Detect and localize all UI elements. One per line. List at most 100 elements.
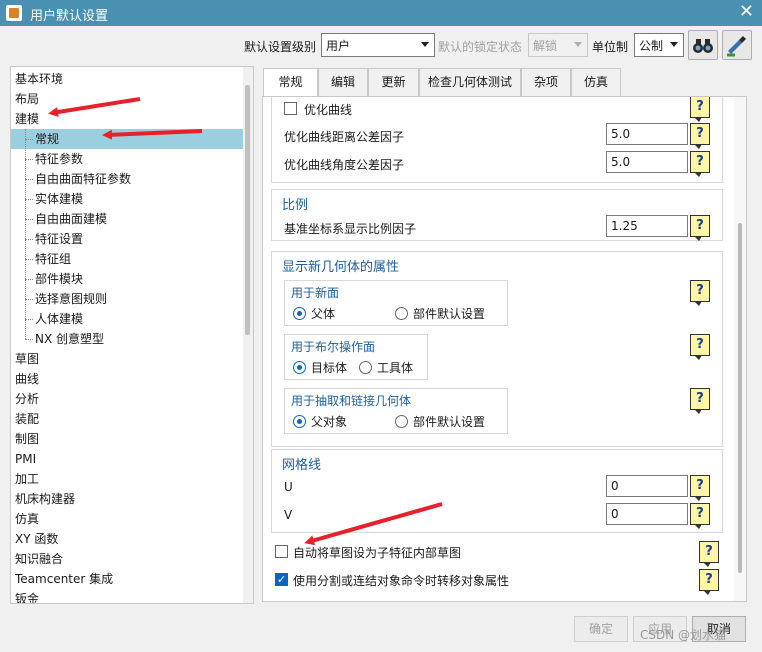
optimize-curve-label: 优化曲线 [304,103,353,117]
tree-item-simulation[interactable]: 仿真 [11,509,243,529]
tree-scrollbar[interactable] [243,67,253,603]
tree-item-nx-realize-shape[interactable]: NX 创意塑型 [11,329,243,349]
scale-group: 比例 基准坐标系显示比例因子 1.25 ? [271,189,723,241]
tree-item-human-modeling[interactable]: 人体建模 [11,309,243,329]
tree-item-solid-modeling[interactable]: 实体建模 [11,189,243,209]
tree-item-feature-group[interactable]: 特征组 [11,249,243,269]
boolean-face-subgroup: 用于布尔操作面 目标体 工具体 [284,334,428,380]
tree-item-selection-intent[interactable]: 选择意图规则 [11,289,243,309]
tree-item-feature-params[interactable]: 特征参数 [11,149,243,169]
tree-connector [25,129,26,339]
angle-tolerance-label: 优化曲线角度公差因子 [284,158,405,172]
new-face-parent-radio[interactable] [293,307,306,320]
boolean-target-radio[interactable] [293,361,306,374]
tree-item-basic-env[interactable]: 基本环境 [11,69,243,89]
extract-link-title: 用于抽取和链接几何体 [291,394,412,408]
tree-item-feature-settings[interactable]: 特征设置 [11,229,243,249]
grid-lines-title: 网格线 [282,458,322,473]
extract-parent-radio[interactable] [293,415,306,428]
angle-tolerance-input[interactable]: 5.0 [606,151,688,173]
tree-item-sheet-metal[interactable]: 钣金 [11,589,243,603]
chevron-down-icon [421,42,429,47]
help-icon[interactable]: ? [690,215,710,241]
transfer-attributes-checkbox[interactable]: ✓ [275,573,288,586]
boolean-face-title: 用于布尔操作面 [291,340,376,354]
tab-misc[interactable]: 杂项 [521,68,571,97]
tree-item-assembly[interactable]: 装配 [11,409,243,429]
level-select-value: 用户 [326,39,351,53]
unit-select[interactable]: 公制 [634,33,684,57]
help-icon[interactable]: ? [690,151,710,177]
tree-item-analysis[interactable]: 分析 [11,389,243,409]
title-bar: 用户默认设置 ✕ [0,0,762,26]
tree-item-pmi[interactable]: PMI [11,449,243,469]
tree-item-xy-function[interactable]: XY 函数 [11,529,243,549]
chevron-down-icon [574,42,582,47]
new-face-part-default-radio[interactable] [395,307,408,320]
tab-edit[interactable]: 编辑 [318,68,368,97]
settings-content: 优化曲线 ? 优化曲线距离公差因子 5.0 ? 优化曲线角度公差因子 5.0 ?… [263,97,733,601]
boolean-target-label: 目标体 [311,361,348,375]
tree-item-layout[interactable]: 布局 [11,89,243,109]
tree-item-knowledge-fusion[interactable]: 知识融合 [11,549,243,569]
new-face-title: 用于新面 [291,286,340,300]
category-tree: 基本环境 布局 建模 常规 特征参数 自由曲面特征参数 实体建模 自由曲面建模 … [10,66,254,604]
dist-tolerance-input[interactable]: 5.0 [606,123,688,145]
tree-item-manufacturing[interactable]: 加工 [11,469,243,489]
internal-sketch-label: 自动将草图设为子特征内部草图 [293,546,462,560]
tree-item-general[interactable]: 常规 [11,129,243,149]
tree-item-teamcenter[interactable]: Teamcenter 集成 [11,569,243,589]
internal-sketch-checkbox[interactable] [275,545,288,558]
tree-item-freeform-modeling[interactable]: 自由曲面建模 [11,209,243,229]
panel-scrollbar[interactable] [734,97,746,601]
level-label: 默认设置级别 [244,40,317,54]
help-icon[interactable]: ? [690,97,710,122]
tab-update[interactable]: 更新 [368,68,419,97]
ok-button[interactable]: 确定 [574,616,628,642]
new-face-part-default-label: 部件默认设置 [413,307,486,321]
help-icon[interactable]: ? [690,475,710,501]
help-icon[interactable]: ? [699,541,719,567]
help-icon[interactable]: ? [690,123,710,149]
tree-item-drafting[interactable]: 制图 [11,429,243,449]
tree-item-part-module[interactable]: 部件模块 [11,269,243,289]
tree-item-freeform-feature-params[interactable]: 自由曲面特征参数 [11,169,243,189]
boolean-tool-radio[interactable] [359,361,372,374]
scrollbar-thumb[interactable] [738,223,742,573]
close-icon[interactable]: ✕ [739,2,754,22]
grid-v-input[interactable]: 0 [606,503,688,525]
manage-settings-button[interactable] [722,30,752,60]
extract-part-default-radio[interactable] [395,415,408,428]
optimize-curve-checkbox[interactable] [284,102,297,115]
settings-toolbar: 默认设置级别 用户 默认的锁定状态 解锁 单位制 公制 [0,30,762,62]
tree-item-modeling[interactable]: 建模 [11,109,243,129]
help-icon[interactable]: ? [699,569,719,595]
help-icon[interactable]: ? [690,388,710,414]
manage-settings-icon [727,36,746,57]
tab-simulation[interactable]: 仿真 [571,68,621,97]
grid-lines-group: 网格线 U 0 ? V 0 ? [271,449,723,533]
chevron-down-icon [670,42,678,47]
window-title: 用户默认设置 [30,9,109,24]
help-icon[interactable]: ? [690,334,710,360]
help-icon[interactable]: ? [690,503,710,529]
tree-item-machine-builder[interactable]: 机床构建器 [11,489,243,509]
tree-item-curve[interactable]: 曲线 [11,369,243,389]
tab-check-geometry[interactable]: 检查几何体测试 [419,68,521,97]
extract-parent-label: 父对象 [311,415,348,429]
csys-scale-input[interactable]: 1.25 [606,215,688,237]
scrollbar-thumb[interactable] [245,85,250,335]
settings-panel: 优化曲线 ? 优化曲线距离公差因子 5.0 ? 优化曲线角度公差因子 5.0 ?… [262,96,747,602]
tab-general[interactable]: 常规 [263,68,318,98]
tree-item-sketch[interactable]: 草图 [11,349,243,369]
lock-select[interactable]: 解锁 [528,33,588,57]
find-settings-button[interactable] [688,30,718,60]
binoculars-icon [693,39,713,53]
dist-tolerance-label: 优化曲线距离公差因子 [284,130,405,144]
help-icon[interactable]: ? [690,280,710,306]
grid-u-input[interactable]: 0 [606,475,688,497]
watermark: CSDN @划水猫 [640,628,727,642]
new-face-subgroup: 用于新面 父体 部件默认设置 [284,280,508,326]
csys-scale-label: 基准坐标系显示比例因子 [284,222,417,236]
level-select[interactable]: 用户 [321,33,435,57]
